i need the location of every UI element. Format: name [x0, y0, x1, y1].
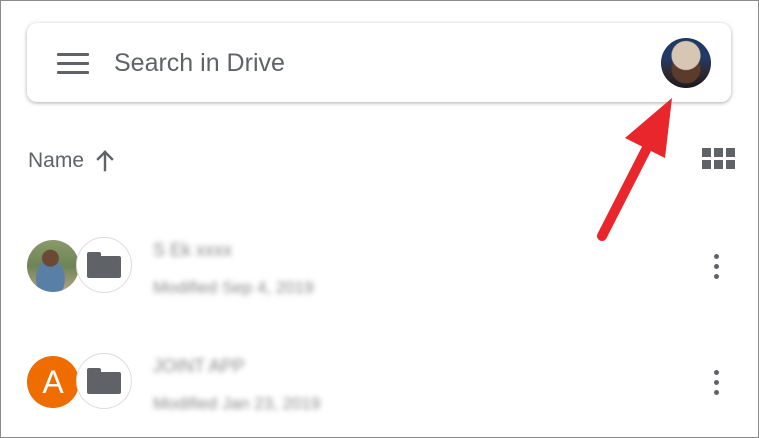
more-options-icon[interactable] [707, 252, 727, 282]
sort-label: Name [28, 149, 85, 172]
file-meta: Modified Sep 4, 2019 [153, 278, 314, 297]
grid-view-icon[interactable] [702, 148, 735, 172]
owner-avatar [27, 240, 79, 292]
folder-badge [76, 237, 132, 293]
search-bar[interactable] [27, 23, 731, 102]
folder-icon [87, 368, 121, 394]
folder-icon [87, 252, 121, 278]
file-row[interactable]: A JOINT APP Modified Jan 23, 2019 [0, 338, 759, 428]
more-options-icon[interactable] [707, 368, 727, 398]
owner-avatar-letter: A [27, 356, 79, 408]
file-name: S Ek xxxx [153, 240, 233, 260]
folder-badge [76, 353, 132, 409]
arrow-up-icon [96, 150, 114, 172]
hamburger-menu-icon[interactable] [49, 43, 89, 83]
sort-by-name-button[interactable]: Name [28, 146, 114, 176]
account-avatar[interactable] [661, 38, 711, 88]
file-row[interactable]: S Ek xxxx Modified Sep 4, 2019 [0, 222, 759, 312]
search-input[interactable] [114, 45, 634, 81]
file-meta: Modified Jan 23, 2019 [153, 394, 321, 413]
file-name: JOINT APP [153, 356, 245, 376]
